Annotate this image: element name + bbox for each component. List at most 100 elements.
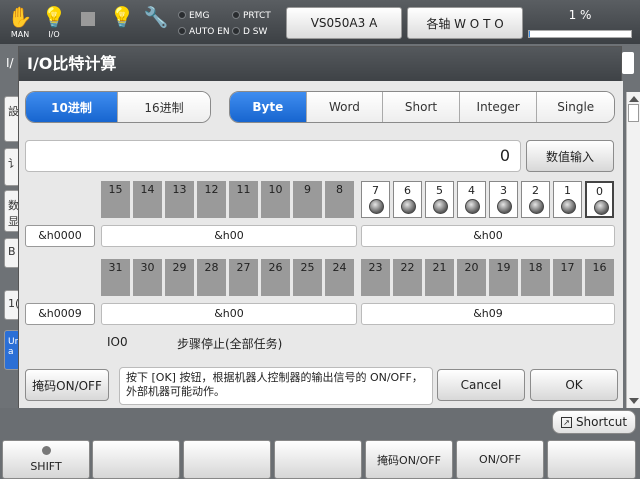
bit-number: 2 bbox=[532, 184, 539, 197]
bit-number: 22 bbox=[400, 261, 415, 274]
bit-number: 28 bbox=[204, 261, 219, 274]
speed-bar-fill bbox=[529, 31, 531, 37]
tab-word[interactable]: Word bbox=[306, 92, 384, 122]
background-title: I/ bbox=[6, 56, 14, 70]
fkey-7[interactable] bbox=[547, 440, 636, 479]
hex-row-1-high: &h00 bbox=[101, 225, 357, 247]
scroll-thumb[interactable] bbox=[628, 104, 639, 122]
bit-number: 23 bbox=[368, 261, 383, 274]
row1-bit-0[interactable]: 0 bbox=[585, 181, 614, 218]
row1-bit-8: 8 bbox=[325, 181, 354, 218]
row2-bit-29: 29 bbox=[165, 259, 194, 296]
row1-bit-7[interactable]: 7 bbox=[361, 181, 390, 218]
bit-led-icon bbox=[594, 200, 609, 215]
bit-number: 25 bbox=[300, 261, 315, 274]
stop-square-icon[interactable] bbox=[72, 4, 104, 40]
tab-hex[interactable]: 16进制 bbox=[118, 92, 210, 122]
robot-select-button[interactable]: VS050A3 A bbox=[286, 7, 402, 39]
bit-number: 11 bbox=[236, 183, 251, 196]
mask-toggle-button[interactable]: 掩码ON/OFF bbox=[25, 369, 109, 401]
lightbulb-io-icon[interactable]: 💡 I/O bbox=[38, 4, 70, 40]
bit-led-icon bbox=[433, 199, 448, 214]
shortcut-icon: ↗ bbox=[560, 416, 572, 428]
hand-icon[interactable]: ✋ MAN bbox=[4, 4, 36, 40]
bit-number: 16 bbox=[592, 261, 607, 274]
bit-number: 10 bbox=[268, 183, 283, 196]
fkey-shift[interactable]: SHIFT bbox=[2, 440, 90, 479]
fkey-mask-toggle[interactable]: 掩码ON/OFF bbox=[365, 440, 453, 479]
auto-en-indicator: AUTO EN bbox=[178, 27, 230, 37]
bit-number: 5 bbox=[436, 184, 443, 197]
bit-number: 21 bbox=[432, 261, 447, 274]
io-name: IO0 bbox=[107, 335, 128, 349]
dsw-indicator: D SW bbox=[232, 27, 267, 37]
speed-bar bbox=[528, 30, 632, 38]
background-scroll-thumb bbox=[622, 52, 634, 74]
row2-bit-26: 26 bbox=[261, 259, 290, 296]
fkey-3[interactable] bbox=[183, 440, 271, 479]
hex-row-2-low: &h09 bbox=[361, 303, 615, 325]
row2-bit-30: 30 bbox=[133, 259, 162, 296]
row2-bit-27: 27 bbox=[229, 259, 258, 296]
shortcut-button[interactable]: ↗ Shortcut bbox=[552, 410, 636, 434]
tab-integer[interactable]: Integer bbox=[459, 92, 538, 122]
row2-bit-24: 24 bbox=[325, 259, 354, 296]
row2-bit-16: 16 bbox=[585, 259, 614, 296]
bit-number: 9 bbox=[304, 183, 311, 196]
warning-message: 按下 [OK] 按钮，根据机器人控制器的输出信号的 ON/OFF，外部机器可能动… bbox=[119, 367, 433, 405]
prtct-indicator: PRTCT bbox=[232, 11, 271, 21]
bit-number: 31 bbox=[108, 261, 123, 274]
cancel-button[interactable]: Cancel bbox=[437, 369, 525, 401]
tab-single[interactable]: Single bbox=[537, 92, 614, 122]
address-row-2: &h0009 bbox=[25, 303, 95, 325]
axis-mode-button[interactable]: 各轴 W O T O bbox=[407, 7, 523, 39]
tab-byte[interactable]: Byte bbox=[230, 92, 307, 122]
row2-bit-19: 19 bbox=[489, 259, 518, 296]
bit-number: 20 bbox=[464, 261, 479, 274]
row1-bit-6[interactable]: 6 bbox=[393, 181, 422, 218]
tab-decimal[interactable]: 10进制 bbox=[26, 92, 118, 122]
fkey-4[interactable] bbox=[274, 440, 362, 479]
wrench-icon[interactable]: 🔧 bbox=[140, 4, 172, 40]
value-display[interactable]: 0 bbox=[25, 140, 521, 172]
bit-number: 19 bbox=[496, 261, 511, 274]
bit-number: 17 bbox=[560, 261, 575, 274]
scroll-down-icon[interactable] bbox=[629, 398, 639, 404]
bit-led-icon bbox=[369, 199, 384, 214]
row1-bit-15: 15 bbox=[101, 181, 130, 218]
row2-bit-18: 18 bbox=[521, 259, 550, 296]
speed-indicator[interactable]: 1 % bbox=[528, 8, 632, 38]
fkey-on-off[interactable]: ON/OFF bbox=[456, 440, 544, 479]
bit-number: 29 bbox=[172, 261, 187, 274]
bit-led-icon bbox=[497, 199, 512, 214]
bit-number: 3 bbox=[500, 184, 507, 197]
bit-number: 24 bbox=[332, 261, 347, 274]
row1-bit-2[interactable]: 2 bbox=[521, 181, 550, 218]
row1-bit-11: 11 bbox=[229, 181, 258, 218]
bit-number: 1 bbox=[564, 184, 571, 197]
ok-button[interactable]: OK bbox=[530, 369, 618, 401]
io-bit-calc-dialog: I/O比特计算 10进制 16进制 Byte Word Short Intege… bbox=[18, 46, 623, 409]
tab-short[interactable]: Short bbox=[383, 92, 460, 122]
bottom-function-bar: ↗ Shortcut SHIFT 掩码ON/OFF ON/OFF bbox=[0, 408, 640, 479]
io-status: 步骤停止(全部任务) bbox=[177, 337, 283, 351]
fkey-2[interactable] bbox=[92, 440, 180, 479]
scroll-up-icon[interactable] bbox=[629, 96, 639, 102]
dialog-scrollbar[interactable] bbox=[626, 92, 640, 408]
value-input-button[interactable]: 数值输入 bbox=[526, 140, 614, 172]
bit-number: 8 bbox=[336, 183, 343, 196]
row1-bit-5[interactable]: 5 bbox=[425, 181, 454, 218]
row2-bit-20: 20 bbox=[457, 259, 486, 296]
screen: ✋ MAN 💡 I/O 💡 🔧 EMG PRTCT AUTO EN D SW VS0… bbox=[0, 0, 640, 479]
lightbulb-icon[interactable]: 💡 bbox=[106, 4, 138, 40]
bit-led-icon bbox=[401, 199, 416, 214]
data-type-selector: Byte Word Short Integer Single bbox=[229, 91, 615, 123]
bit-number: 15 bbox=[108, 183, 123, 196]
row2-bit-21: 21 bbox=[425, 259, 454, 296]
row1-bit-13: 13 bbox=[165, 181, 194, 218]
row1-bit-1[interactable]: 1 bbox=[553, 181, 582, 218]
bit-led-icon bbox=[529, 199, 544, 214]
row1-bit-4[interactable]: 4 bbox=[457, 181, 486, 218]
bit-number: 12 bbox=[204, 183, 219, 196]
row1-bit-3[interactable]: 3 bbox=[489, 181, 518, 218]
